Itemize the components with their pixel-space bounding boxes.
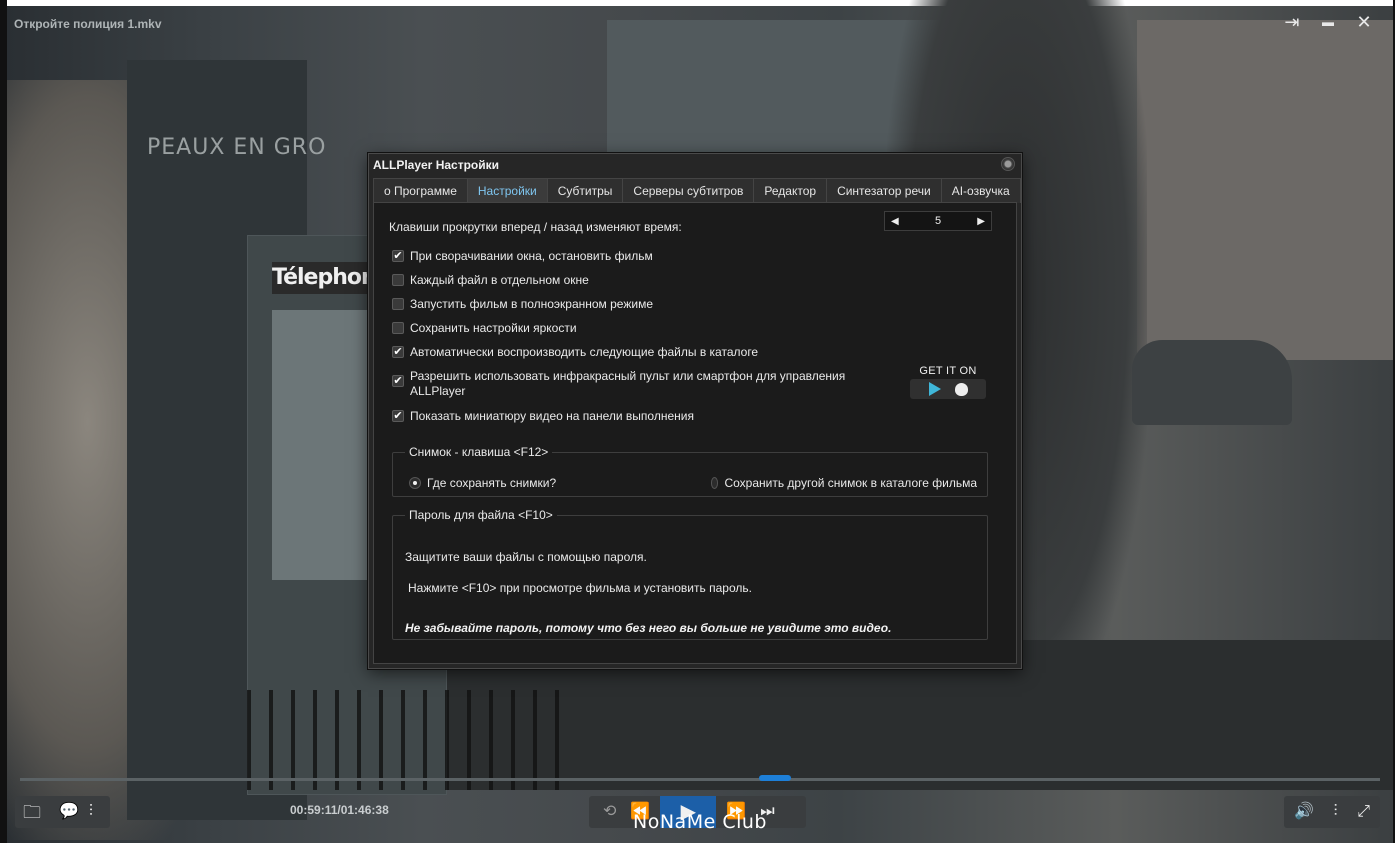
password-line-2: Нажмите <F10> при просмотре фильма и уст… <box>408 581 752 595</box>
checkbox-label: Сохранить настройки яркости <box>410 321 577 335</box>
dialog-close-icon[interactable] <box>1001 157 1015 171</box>
password-warning: Не забывайте пароль, потому что без него… <box>405 621 892 635</box>
checkbox[interactable]: ✔ <box>392 410 404 422</box>
scene-sign-text: PEAUX EN GRO <box>147 135 327 160</box>
option-autoplay-next[interactable]: ✔ Автоматически воспроизводить следующие… <box>392 345 758 360</box>
progress-knob[interactable] <box>758 775 791 781</box>
snapshot-legend: Снимок - клавиша <F12> <box>409 445 549 459</box>
tab-about[interactable]: о Программе <box>373 178 468 203</box>
left-controls: 🗀 💬 ⫶ <box>15 796 110 828</box>
checkbox-label: Запустить фильм в полноэкранном режиме <box>410 297 653 311</box>
fullscreen-icon[interactable]: ⤢ <box>1357 804 1370 820</box>
radio-button[interactable] <box>409 477 421 489</box>
checkbox-label: Разрешить использовать инфракрасный пуль… <box>410 369 846 383</box>
checkbox-label: Каждый файл в отдельном окне <box>410 273 589 287</box>
tab-editor[interactable]: Редактор <box>753 178 828 203</box>
checkbox[interactable]: ✔ <box>392 346 404 358</box>
tab-bar: о Программе Настройки Субтитры Серверы с… <box>373 178 1021 203</box>
video-top-border <box>7 0 1393 6</box>
progress-bar[interactable] <box>20 778 1380 781</box>
scene-fence <box>247 690 577 790</box>
dialog-title: ALLPlayer Настройки <box>373 158 499 172</box>
snapshot-option-movie-folder[interactable]: Сохранить другой снимок в каталоге фильм… <box>711 476 977 490</box>
window-controls: ⇥ ▬ ✕ <box>1281 11 1375 33</box>
checkbox-label: Автоматически воспроизводить следующие ф… <box>410 345 759 359</box>
scene-booth-window <box>272 310 367 580</box>
password-line-1: Защитите ваши файлы с помощью пароля. <box>405 550 647 564</box>
tab-speech-synth[interactable]: Синтезатор речи <box>826 178 942 203</box>
settings-dialog: ALLPlayer Настройки о Программе Настройк… <box>368 153 1022 669</box>
checkbox[interactable]: ✔ <box>392 250 404 262</box>
option-remote-control[interactable]: ✔ Разрешить использовать инфракрасный пу… <box>392 369 845 399</box>
repeat-icon[interactable]: ⟲ <box>603 804 616 820</box>
window-title: Откройте полиция 1.mkv <box>14 17 162 31</box>
tab-ai-voice[interactable]: AI-озвучка <box>940 178 1021 203</box>
option-show-thumbnail[interactable]: ✔ Показать миниатюру видео на панели вып… <box>392 409 694 424</box>
option-fullscreen-start[interactable]: Запустить фильм в полноэкранном режиме <box>392 297 653 312</box>
folder-icon[interactable]: 🗀 <box>23 803 41 821</box>
checkbox[interactable]: ✔ <box>392 375 404 387</box>
checkbox-label: При сворачивании окна, остановить фильм <box>410 249 653 263</box>
scroll-time-label: Клавиши прокрутки вперед / назад изменяю… <box>389 220 682 234</box>
equalizer-icon[interactable]: ⫶ <box>89 804 93 820</box>
scroll-time-stepper[interactable]: ◀ 5 ▶ <box>884 211 992 231</box>
settings-panel: Клавиши прокрутки вперед / назад изменяю… <box>373 202 1017 664</box>
checkbox[interactable] <box>392 274 404 286</box>
option-save-brightness[interactable]: Сохранить настройки яркости <box>392 321 577 336</box>
tab-subtitle-servers[interactable]: Серверы субтитров <box>622 178 755 203</box>
audio-settings-icon[interactable]: ⫶ <box>1334 804 1338 820</box>
radio-button[interactable] <box>711 477 719 489</box>
volume-icon[interactable]: 🔊 <box>1294 804 1314 820</box>
close-icon[interactable]: ✕ <box>1353 11 1375 33</box>
watermark: NoNaMe Club <box>633 811 767 833</box>
checkbox-label-line2: ALLPlayer <box>410 384 466 398</box>
option-separate-window[interactable]: Каждый файл в отдельном окне <box>392 273 589 288</box>
option-stop-on-minimize[interactable]: ✔ При сворачивании окна, остановить филь… <box>392 249 653 264</box>
scene-car <box>1132 340 1292 425</box>
right-controls: 🔊 ⫶ ⤢ <box>1284 796 1380 828</box>
timecode: 00:59:11/01:46:38 <box>290 803 389 817</box>
scene-telephone-sign: Télephone <box>272 262 391 294</box>
stepper-decrease-icon[interactable]: ◀ <box>891 216 899 227</box>
scene-building-right <box>1137 20 1393 360</box>
password-legend: Пароль для файла <F10> <box>409 508 553 522</box>
tab-subtitles[interactable]: Субтитры <box>546 178 624 203</box>
pin-icon[interactable]: ⇥ <box>1281 11 1303 33</box>
radio-label: Где сохранять снимки? <box>427 476 557 490</box>
apple-icon[interactable] <box>954 382 968 396</box>
store-icons <box>910 379 986 399</box>
checkbox-label: Показать миниатюру видео на панели выпол… <box>410 409 694 423</box>
checkbox-label-block: Разрешить использовать инфракрасный пуль… <box>410 369 845 399</box>
snapshot-group: Снимок - клавиша <F12> Где сохранять сни… <box>392 445 988 497</box>
google-play-icon[interactable] <box>928 382 941 396</box>
stepper-value: 5 <box>934 215 942 227</box>
stepper-increase-icon[interactable]: ▶ <box>977 216 985 227</box>
store-badge-text: GET IT ON <box>919 365 977 377</box>
checkbox[interactable] <box>392 298 404 310</box>
radio-label: Сохранить другой снимок в каталоге фильм… <box>724 476 977 490</box>
minimize-icon[interactable]: ▬ <box>1317 11 1339 33</box>
snapshot-option-where[interactable]: Где сохранять снимки? <box>409 476 556 490</box>
checkbox[interactable] <box>392 322 404 334</box>
app-store-badge[interactable]: GET IT ON <box>910 365 986 405</box>
password-group: Пароль для файла <F10> Защитите ваши фай… <box>392 508 988 640</box>
subtitles-icon[interactable]: 💬 <box>59 804 79 820</box>
tab-settings[interactable]: Настройки <box>466 178 548 203</box>
